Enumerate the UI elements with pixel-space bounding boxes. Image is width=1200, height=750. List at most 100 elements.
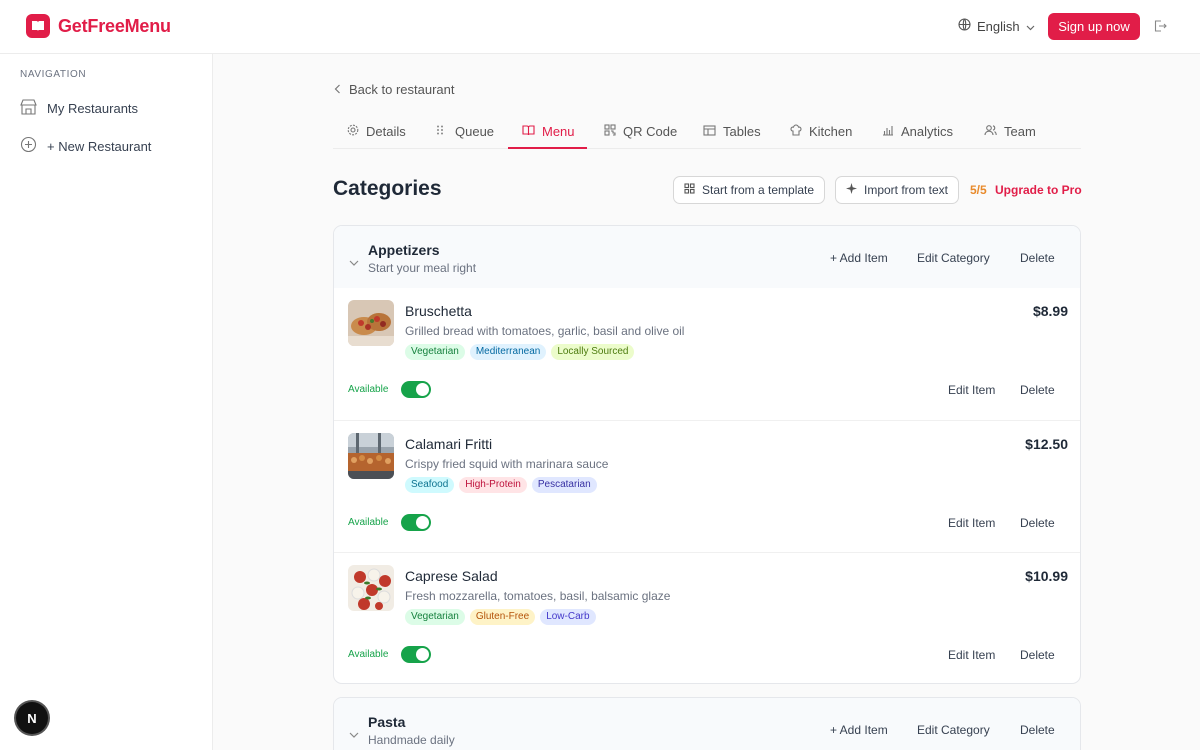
chevron-down-icon[interactable]: [349, 725, 359, 743]
tab-label: Menu: [542, 123, 575, 139]
tab-bar: Details Queue Menu QR Code Tables Kitche…: [333, 113, 1081, 149]
tab-label: Details: [366, 123, 406, 139]
chevron-down-icon: [1026, 19, 1035, 34]
sidebar-item-new-restaurant[interactable]: + New Restaurant: [20, 136, 151, 156]
active-tab-indicator: [508, 147, 587, 149]
category-name: Appetizers: [368, 242, 440, 258]
sidebar-item-label: + New Restaurant: [47, 138, 152, 154]
tag-badge: Locally Sourced: [551, 344, 635, 360]
add-item-button[interactable]: + Add Item: [830, 251, 888, 265]
delete-item-button[interactable]: Delete: [1020, 648, 1055, 662]
tag-badge: Pescatarian: [531, 477, 597, 493]
edit-category-button[interactable]: Edit Category: [917, 251, 990, 265]
delete-item-button[interactable]: Delete: [1020, 383, 1055, 397]
item-name: Caprese Salad: [405, 568, 498, 584]
dev-tools-button[interactable]: N: [16, 702, 48, 734]
add-item-button[interactable]: + Add Item: [830, 723, 888, 737]
start-from-template-button[interactable]: Start from a template: [673, 176, 826, 204]
tab-label: Kitchen: [809, 123, 853, 139]
brand-logo[interactable]: GetFreeMenu: [26, 14, 171, 38]
users-icon: [984, 124, 997, 139]
item-image-bruschetta: [348, 300, 394, 346]
availability-toggle[interactable]: [401, 381, 431, 398]
import-from-text-button[interactable]: Import from text: [835, 176, 960, 204]
tab-tables[interactable]: Tables: [703, 113, 761, 149]
item-description: Fresh mozzarella, tomatoes, basil, balsa…: [405, 589, 671, 603]
list-icon: [436, 124, 448, 139]
tag-badge: Gluten-Free: [469, 609, 536, 625]
page-title: Categories: [333, 177, 442, 200]
item-description: Crispy fried squid with marinara sauce: [405, 457, 609, 471]
logout-icon[interactable]: [1153, 19, 1167, 38]
item-price: $10.99: [1025, 568, 1068, 584]
toggle-knob: [416, 648, 429, 661]
edit-category-button[interactable]: Edit Category: [917, 723, 990, 737]
item-name: Bruschetta: [405, 303, 472, 319]
delete-category-button[interactable]: Delete: [1020, 251, 1055, 265]
gear-icon: [347, 124, 359, 139]
availability-toggle[interactable]: [401, 514, 431, 531]
category-card-pasta: Pasta Handmade daily + Add Item Edit Cat…: [333, 697, 1081, 750]
tab-details[interactable]: Details: [347, 113, 406, 149]
availability-label: Available: [348, 384, 389, 395]
category-description: Handmade daily: [368, 733, 455, 747]
brand-name: GetFreeMenu: [58, 15, 171, 36]
tab-label: Team: [1004, 123, 1036, 139]
availability-label: Available: [348, 649, 389, 660]
delete-item-button[interactable]: Delete: [1020, 516, 1055, 530]
tab-qr-code[interactable]: QR Code: [604, 113, 677, 149]
button-label: Import from text: [864, 183, 949, 197]
tag-badge: Vegetarian: [405, 609, 465, 625]
chevron-down-icon[interactable]: [349, 253, 359, 271]
edit-item-button[interactable]: Edit Item: [948, 383, 995, 397]
upgrade-link[interactable]: Upgrade to Pro: [995, 183, 1082, 197]
tab-label: Queue: [455, 123, 495, 139]
tab-label: Tables: [723, 123, 761, 139]
top-bar: GetFreeMenu English Sign up now: [0, 0, 1200, 54]
back-link[interactable]: Back to restaurant: [334, 82, 455, 97]
availability-label: Available: [348, 517, 389, 528]
tag-badge: High-Protein: [459, 477, 527, 493]
tab-menu[interactable]: Menu: [522, 113, 575, 149]
item-tags: Vegetarian Gluten-Free Low-Carb: [405, 609, 596, 625]
item-tags: Seafood High-Protein Pescatarian: [405, 477, 597, 493]
tab-analytics[interactable]: Analytics: [882, 113, 953, 149]
category-quota: 5/5: [970, 183, 987, 197]
tab-team[interactable]: Team: [984, 113, 1036, 149]
edit-item-button[interactable]: Edit Item: [948, 516, 995, 530]
tab-queue[interactable]: Queue: [436, 113, 494, 149]
plus-circle-icon: [20, 136, 37, 156]
item-tags: Vegetarian Mediterranean Locally Sourced: [405, 344, 635, 360]
chef-icon: [790, 123, 802, 139]
category-description: Start your meal right: [368, 261, 477, 275]
delete-category-button[interactable]: Delete: [1020, 723, 1055, 737]
category-header[interactable]: Pasta Handmade daily + Add Item Edit Cat…: [334, 698, 1080, 750]
sidebar-item-my-restaurants[interactable]: My Restaurants: [20, 99, 138, 118]
chevron-left-icon: [334, 82, 341, 97]
item-price: $8.99: [1032, 303, 1068, 319]
tag-badge: Seafood: [405, 477, 455, 493]
globe-icon: [958, 18, 971, 34]
signup-button[interactable]: Sign up now: [1048, 13, 1140, 40]
category-header[interactable]: Appetizers Start your meal right + Add I…: [334, 226, 1080, 288]
item-price: $12.50: [1025, 436, 1068, 452]
book-logo-icon: [26, 14, 50, 38]
button-label: Start from a template: [702, 183, 815, 197]
menu-item: Caprese Salad Fresh mozzarella, tomatoes…: [334, 552, 1080, 683]
grid-icon: [684, 183, 695, 197]
tab-kitchen[interactable]: Kitchen: [790, 113, 852, 149]
toggle-knob: [416, 516, 429, 529]
tab-label: QR Code: [623, 123, 678, 139]
sidebar-item-label: My Restaurants: [47, 101, 139, 116]
tag-badge: Vegetarian: [405, 344, 465, 360]
category-name: Pasta: [368, 714, 406, 730]
bar-chart-icon: [882, 124, 894, 139]
edit-item-button[interactable]: Edit Item: [948, 648, 995, 662]
availability-toggle[interactable]: [401, 646, 431, 663]
language-selector[interactable]: English: [958, 18, 1035, 34]
toggle-knob: [416, 383, 429, 396]
menu-item: Bruschetta Grilled bread with tomatoes, …: [334, 288, 1080, 420]
tag-badge: Mediterranean: [469, 344, 547, 360]
table-icon: [703, 124, 716, 139]
item-name: Calamari Fritti: [405, 436, 493, 452]
